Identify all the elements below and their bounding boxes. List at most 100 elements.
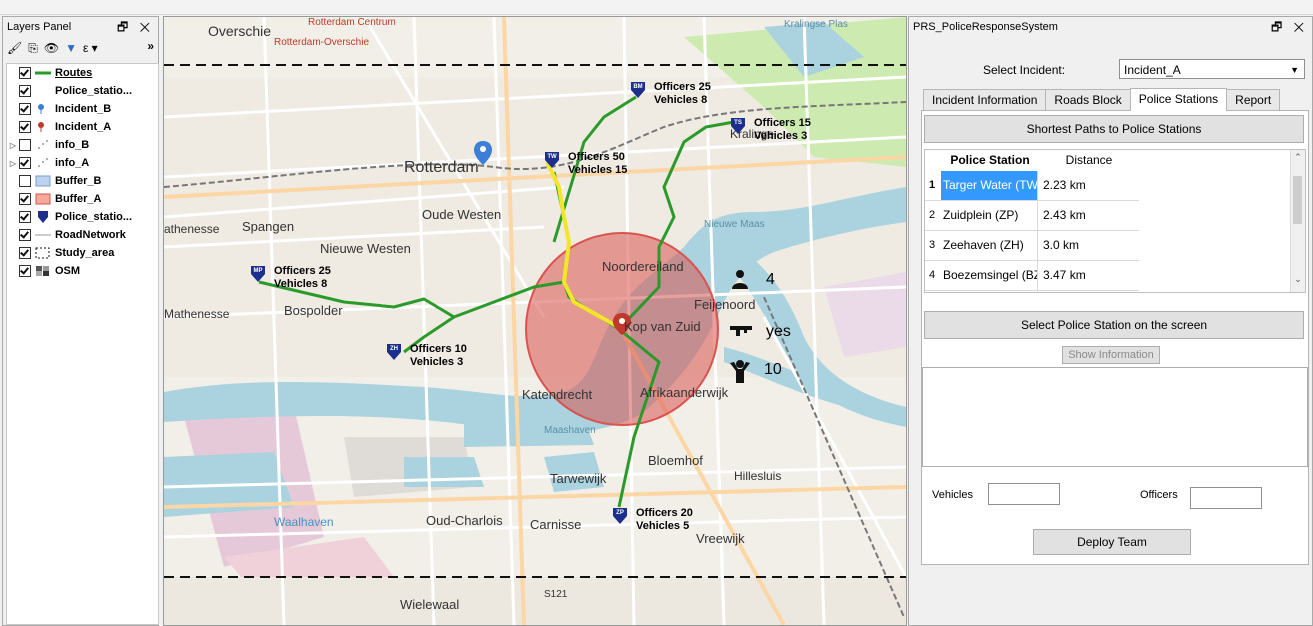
officers-count: 10 — [454, 343, 467, 355]
layer-visibility-checkbox[interactable] — [19, 67, 31, 79]
deploy-team-button[interactable]: Deploy Team — [1033, 529, 1191, 555]
row-index: 4 — [928, 269, 936, 281]
officers-input[interactable] — [1190, 487, 1262, 509]
vehicles-label: Vehicles — [654, 94, 699, 106]
map-place-label: Spangen — [242, 219, 295, 234]
layer-visibility-checkbox[interactable] — [19, 139, 31, 151]
distance-cell[interactable]: 3.0 km — [1041, 231, 1079, 260]
layer-name: RoadNetwork — [55, 229, 126, 241]
tab-report[interactable]: Report — [1226, 89, 1281, 110]
layer-row[interactable]: OSM — [7, 262, 158, 280]
police-station-zh-icon[interactable]: ZH — [386, 343, 402, 361]
police-station-bm-icon[interactable]: BM — [630, 81, 646, 99]
layer-visibility-checkbox[interactable] — [19, 157, 31, 169]
table-row[interactable]: 4 Boezemsingel (BZ) 3.47 km — [925, 261, 1139, 291]
map-place-label: Afrikaanderwijk — [640, 385, 729, 400]
layer-visibility-checkbox[interactable] — [19, 175, 31, 187]
tab-incident-information[interactable]: Incident Information — [923, 89, 1047, 110]
layer-row[interactable]: Buffer_A — [7, 190, 158, 208]
layer-row[interactable]: Incident_B — [7, 100, 158, 118]
station-name-cell[interactable]: Boezemsingel (BZ) — [941, 261, 1038, 290]
station-code: TS — [734, 120, 742, 126]
shortest-paths-button[interactable]: Shortest Paths to Police Stations — [924, 115, 1304, 143]
layer-name: Buffer_A — [55, 193, 102, 205]
map-place-label: Wielewaal — [400, 597, 460, 612]
visibility-eye-icon[interactable]: 👁 — [44, 41, 59, 55]
layer-visibility-checkbox[interactable] — [19, 103, 31, 115]
station-info-textbox[interactable] — [922, 367, 1308, 467]
expand-arrow-icon[interactable]: ▷ — [7, 159, 19, 168]
blue-pin-icon — [35, 103, 51, 115]
toolbar-more-button[interactable]: » — [147, 39, 154, 53]
vehicles-count: 15 — [615, 164, 628, 176]
expression-filter-icon[interactable]: ε ▾ — [83, 41, 98, 55]
officers-count: 50 — [612, 151, 625, 163]
police-station-ts-icon[interactable]: TS — [730, 117, 746, 135]
station-annotation: Officers 25 Vehicles 8 — [654, 81, 711, 107]
police-station-tw-icon[interactable]: TW — [544, 151, 560, 169]
officers-label: Officers — [410, 343, 452, 355]
layer-row[interactable]: Buffer_B — [7, 172, 158, 190]
layer-visibility-checkbox[interactable] — [19, 247, 31, 259]
layers-panel-title-bar: Layers Panel 🗗 ✕ — [3, 17, 158, 37]
police-station-zp-icon[interactable]: ZP — [612, 507, 628, 525]
show-information-button[interactable]: Show Information — [1062, 346, 1160, 364]
layer-visibility-checkbox[interactable] — [19, 85, 31, 97]
table-row[interactable]: 1 Targer Water (TW) 2.23 km — [925, 171, 1139, 201]
table-row[interactable]: 2 Zuidplein (ZP) 2.43 km — [925, 201, 1139, 231]
distance-cell[interactable]: 2.43 km — [1041, 201, 1086, 230]
style-brush-icon[interactable]: 🖌 — [7, 41, 22, 55]
prs-tab-bar: Incident Information Roads Block Police St… — [923, 88, 1281, 111]
station-code: ZP — [616, 510, 624, 516]
select-station-on-screen-button[interactable]: Select Police Station on the screen — [924, 311, 1304, 339]
police-station-mp-icon[interactable]: MP — [250, 265, 266, 283]
officers-count: 20 — [680, 507, 693, 519]
table-scrollbar[interactable]: ⌃ ⌄ — [1290, 150, 1305, 292]
officers-label: Officers — [654, 81, 696, 93]
layer-row[interactable]: Incident_A — [7, 118, 158, 136]
scroll-up-icon[interactable]: ⌃ — [1291, 152, 1305, 163]
layer-row[interactable]: Police_statio... — [7, 208, 158, 226]
distance-cell[interactable]: 2.23 km — [1041, 171, 1086, 200]
station-name-cell[interactable]: Targer Water (TW) — [941, 171, 1038, 200]
layer-visibility-checkbox[interactable] — [19, 193, 31, 205]
add-group-icon[interactable]: ⎘ — [28, 41, 38, 56]
layer-row[interactable]: Routes — [7, 64, 158, 82]
layer-row[interactable]: ▷ info_A — [7, 154, 158, 172]
map-place-label: S121 — [544, 589, 568, 600]
layer-row[interactable]: ▷ info_B — [7, 136, 158, 154]
layer-name: info_B — [55, 139, 90, 151]
layer-visibility-checkbox[interactable] — [19, 121, 31, 133]
map-canvas[interactable]: Overschie Rotterdam Centrum Rotterdam-Over… — [163, 16, 907, 626]
distance-cell[interactable]: 3.47 km — [1041, 261, 1086, 290]
layer-name: OSM — [55, 265, 81, 277]
map-place-label: Waalhaven — [274, 515, 334, 529]
filter-icon[interactable]: ▼ — [65, 41, 77, 55]
table-header-station[interactable]: Police Station — [941, 150, 1039, 170]
map-place-label: Tarwewijk — [550, 471, 607, 486]
layer-visibility-checkbox[interactable] — [19, 265, 31, 277]
table-header-distance[interactable]: Distance — [1039, 150, 1139, 170]
map-place-label: Kralingse Plas — [784, 19, 848, 30]
layers-panel-window-controls[interactable]: 🗗 ✕ — [117, 17, 154, 37]
scrollbar-thumb[interactable] — [1293, 176, 1302, 224]
row-index: 1 — [928, 179, 936, 191]
map-place-label: Oude Westen — [422, 207, 502, 222]
layer-row[interactable]: Police_statio... — [7, 82, 158, 100]
table-row[interactable]: 3 Zeehaven (ZH) 3.0 km — [925, 231, 1139, 261]
layer-row[interactable]: RoadNetwork — [7, 226, 158, 244]
layer-row[interactable]: Study_area — [7, 244, 158, 262]
layer-name: Police_statio... — [55, 211, 133, 223]
station-name-cell[interactable]: Zeehaven (ZH) — [941, 231, 1038, 260]
tab-roads-block[interactable]: Roads Block — [1045, 89, 1131, 110]
expand-arrow-icon[interactable]: ▷ — [7, 141, 19, 150]
incident-dropdown[interactable]: Incident_A ▼ — [1119, 59, 1305, 79]
prs-panel-window-controls[interactable]: 🗗 ✕ — [1271, 17, 1308, 37]
station-name-cell[interactable]: Zuidplein (ZP) — [941, 201, 1038, 230]
tab-police-stations[interactable]: Police Stations — [1129, 88, 1228, 111]
vehicles-input[interactable] — [988, 483, 1060, 505]
station-code: TW — [547, 154, 557, 160]
layer-visibility-checkbox[interactable] — [19, 229, 31, 241]
layer-visibility-checkbox[interactable] — [19, 211, 31, 223]
scroll-down-icon[interactable]: ⌄ — [1291, 274, 1305, 285]
